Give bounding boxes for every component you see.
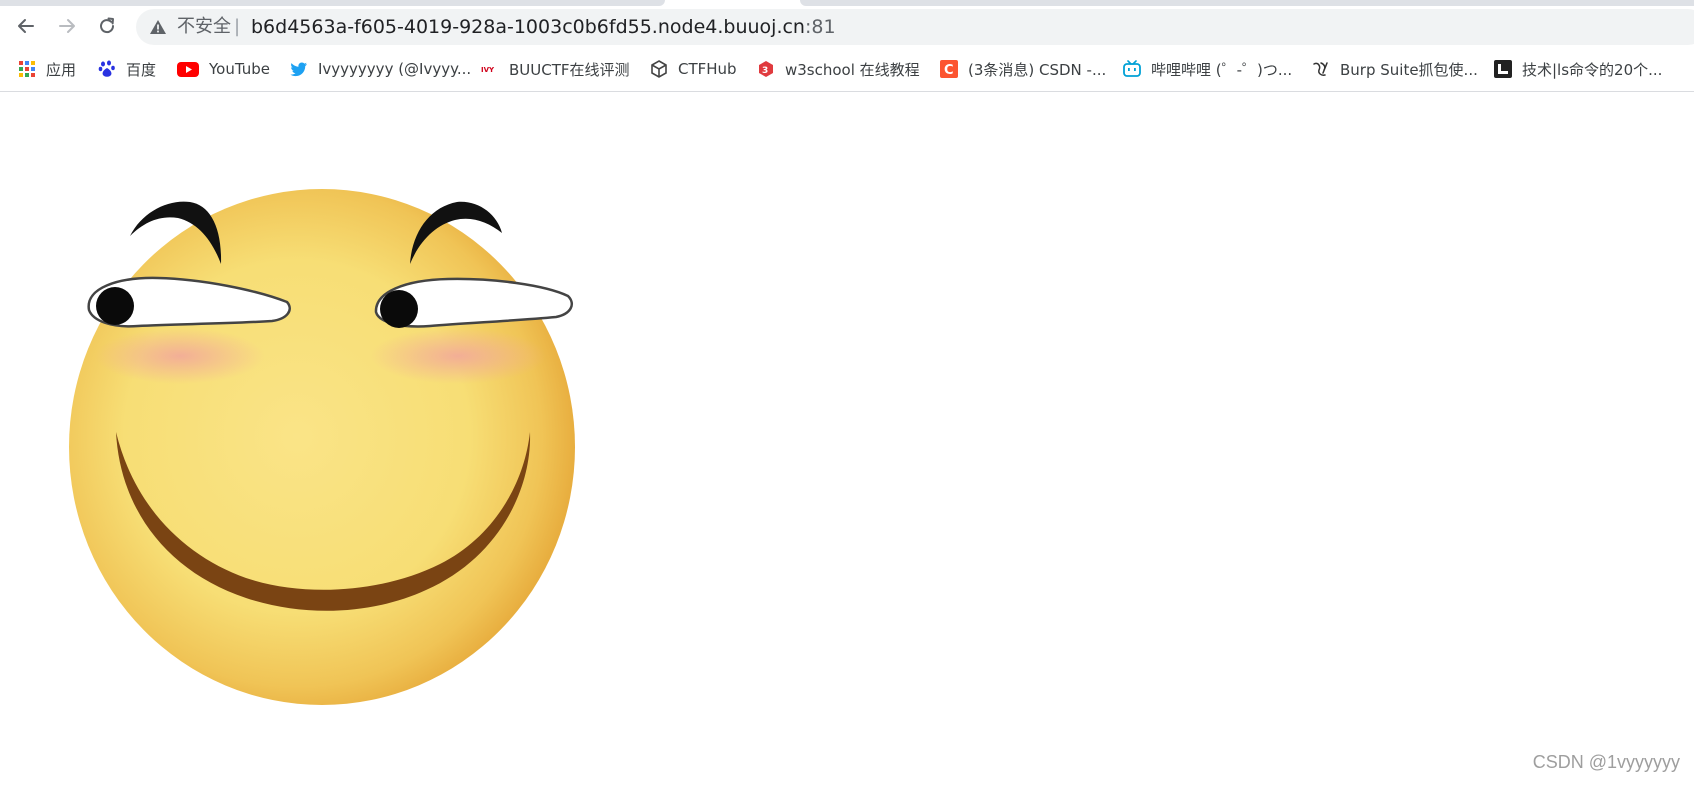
right-blush xyxy=(370,328,546,384)
reload-button[interactable] xyxy=(91,10,123,42)
baidu-paw-icon xyxy=(98,60,115,77)
tab-background[interactable] xyxy=(800,0,1694,6)
bookmark-twitter[interactable]: Ivyyyyyyy (@Ivyyy... xyxy=(290,56,471,82)
url-host: b6d4563a-f605-4019-928a-1003c0b6fd55.nod… xyxy=(251,16,805,38)
csdn-watermark: CSDN @1vyyyyyy xyxy=(1532,752,1680,772)
url-port: :81 xyxy=(804,16,836,38)
bookmark-label: 技术|ls命令的20个... xyxy=(1522,60,1663,79)
tab-active[interactable] xyxy=(0,0,665,6)
right-pupil xyxy=(380,290,418,328)
reload-icon xyxy=(100,17,115,34)
w3school-icon: 3 xyxy=(759,61,773,77)
youtube-icon xyxy=(177,62,199,77)
address-bar[interactable]: 不安全 | b6d4563a-f605-4019-928a-1003c0b6fd… xyxy=(136,9,1694,45)
bookmark-burp[interactable]: Burp Suite抓包使... xyxy=(1312,56,1478,82)
bookmark-label: 应用 xyxy=(46,60,77,79)
svg-text:3: 3 xyxy=(762,66,768,76)
bookmark-apps[interactable]: 应用 xyxy=(18,56,76,82)
bookmark-buuctf[interactable]: IVY BUUCTF在线评测 xyxy=(481,56,630,82)
security-label[interactable]: 不安全 xyxy=(177,16,231,38)
bookmark-label: Ivyyyyyyy (@Ivyyy... xyxy=(318,60,472,78)
arrow-right-icon xyxy=(59,19,75,33)
bookmark-label: (3条消息) CSDN -... xyxy=(968,60,1107,79)
burp-icon xyxy=(1313,62,1328,76)
twitter-icon xyxy=(290,62,307,77)
smirking-emoji-image xyxy=(69,189,575,705)
bookmark-label: w3school 在线教程 xyxy=(785,60,920,79)
bookmark-label: YouTube xyxy=(209,60,270,78)
face-circle xyxy=(69,189,575,705)
svg-text:C: C xyxy=(944,63,954,78)
bilibili-icon xyxy=(1123,60,1141,77)
bookmark-youtube[interactable]: YouTube xyxy=(177,56,270,82)
bookmark-label: CTFHub xyxy=(678,60,737,78)
bookmark-label: 哔哩哔哩 (゜-゜)つ... xyxy=(1151,60,1293,79)
left-blush xyxy=(95,328,265,384)
forward-button[interactable] xyxy=(51,10,83,42)
page-tile-icon xyxy=(1494,60,1512,78)
bookmark-label: Burp Suite抓包使... xyxy=(1340,60,1478,79)
bookmark-baidu[interactable]: 百度 xyxy=(98,56,156,82)
warning-triangle-icon[interactable] xyxy=(149,18,167,36)
bookmark-label: 百度 xyxy=(126,60,157,79)
arrow-left-icon xyxy=(18,19,34,33)
bookmark-csdn[interactable]: C (3条消息) CSDN -... xyxy=(940,56,1106,82)
back-button[interactable] xyxy=(10,10,42,42)
tab-strip xyxy=(0,0,1694,6)
svg-text:IVY: IVY xyxy=(481,66,495,74)
bookmark-ls-article[interactable]: 技术|ls命令的20个... xyxy=(1494,56,1662,82)
bookmark-label: BUUCTF在线评测 xyxy=(509,60,630,79)
buuctf-icon: IVY xyxy=(481,66,495,74)
address-separator: | xyxy=(234,16,241,37)
url-text[interactable]: b6d4563a-f605-4019-928a-1003c0b6fd55.nod… xyxy=(251,15,836,39)
ctfhub-cube-icon xyxy=(651,60,667,78)
browser-toolbar: 不安全 | b6d4563a-f605-4019-928a-1003c0b6fd… xyxy=(0,0,1694,92)
bookmark-bilibili[interactable]: 哔哩哔哩 (゜-゜)つ... xyxy=(1123,56,1292,82)
bookmarks-bar: 应用 百度 YouTube Ivyyyyyyy (@Ivyyy... IVY B… xyxy=(0,56,1694,82)
apps-grid-icon xyxy=(19,61,35,77)
bookmark-ctfhub[interactable]: CTFHub xyxy=(650,56,737,82)
bookmark-w3school[interactable]: 3 w3school 在线教程 xyxy=(757,56,920,82)
left-pupil xyxy=(96,287,134,325)
csdn-icon: C xyxy=(940,60,958,78)
